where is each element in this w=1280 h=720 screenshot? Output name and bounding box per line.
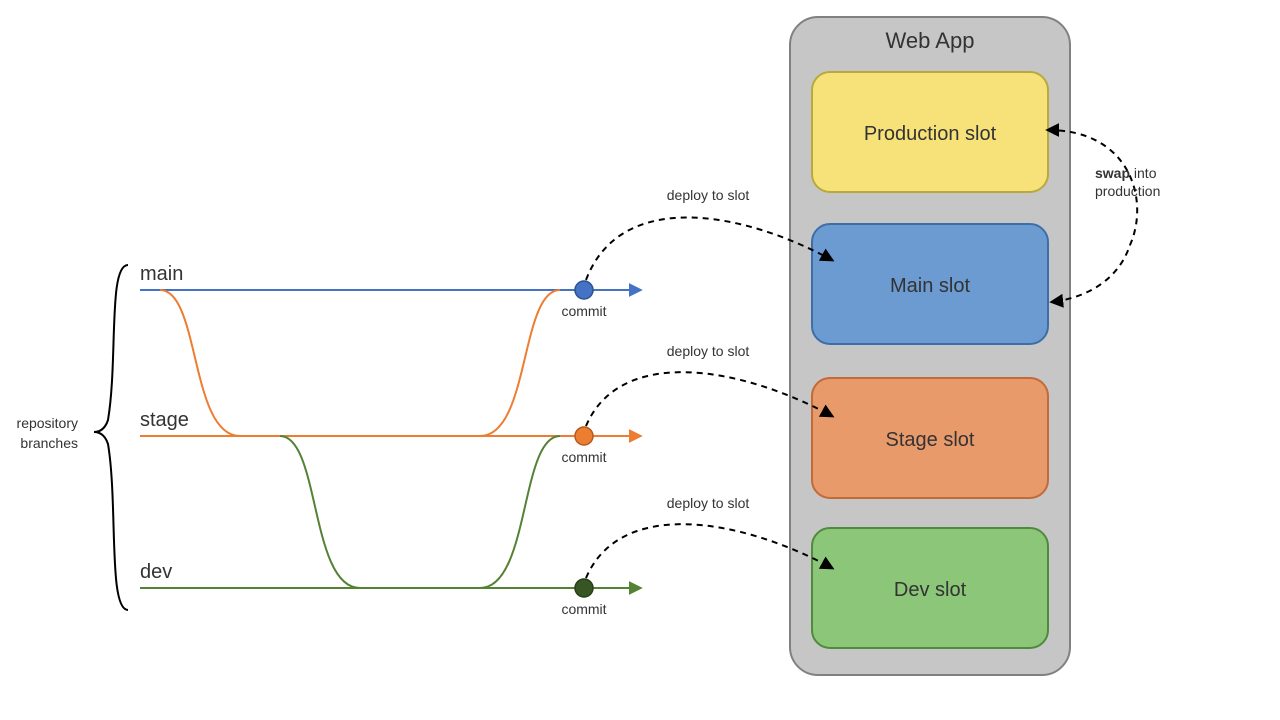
branch-stage: stage commit deploy to slot	[140, 343, 832, 465]
branch-dev: dev commit deploy to slot	[140, 495, 832, 617]
branch-main-label: main	[140, 263, 183, 285]
production-slot-label: Production slot	[864, 123, 997, 145]
commit-label-main: commit	[561, 303, 606, 319]
main-slot: Main slot	[812, 224, 1048, 344]
swap-label-line2: production	[1095, 183, 1160, 199]
deploy-label-dev: deploy to slot	[667, 495, 750, 511]
branch-dev-label: dev	[140, 561, 172, 583]
commit-dot-stage	[575, 427, 593, 445]
commit-dot-dev	[575, 579, 593, 597]
dev-slot: Dev slot	[812, 528, 1048, 648]
branches-title-line1: repository	[17, 415, 78, 431]
merge-stage-to-main	[160, 290, 560, 436]
commit-label-stage: commit	[561, 449, 606, 465]
branch-main: main commit deploy to slot	[140, 187, 832, 319]
commit-dot-main	[575, 281, 593, 299]
branches-brace	[94, 265, 128, 610]
branches-title-line2: branches	[20, 435, 78, 451]
production-slot: Production slot	[812, 72, 1048, 192]
commit-label-dev: commit	[561, 601, 606, 617]
branch-stage-label: stage	[140, 409, 189, 431]
stage-slot: Stage slot	[812, 378, 1048, 498]
deploy-label-stage: deploy to slot	[667, 343, 750, 359]
stage-slot-label: Stage slot	[886, 429, 975, 451]
swap-label-line1: swap into	[1095, 165, 1157, 181]
dev-slot-label: Dev slot	[894, 579, 967, 601]
deployment-diagram: Web App Production slot Main slot Stage …	[0, 0, 1280, 720]
deploy-label-main: deploy to slot	[667, 187, 750, 203]
main-slot-label: Main slot	[890, 275, 970, 297]
merge-dev-to-stage	[280, 436, 560, 588]
webapp-title: Web App	[886, 28, 975, 53]
